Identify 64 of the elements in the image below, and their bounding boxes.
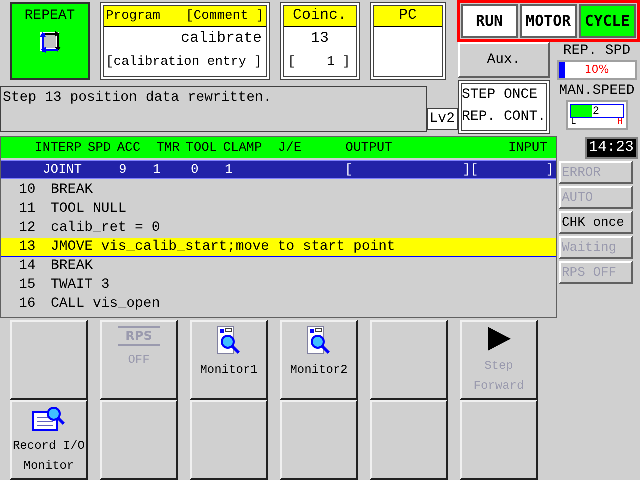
coinc-value: [ 1 ]	[287, 53, 352, 71]
rep-speed-reading: 10%	[584, 62, 610, 78]
message-area: Step 13 position data rewritten.	[0, 86, 427, 132]
column-header: INPUT	[508, 138, 548, 157]
function-key[interactable]	[370, 320, 448, 400]
input-bracket: ]	[546, 160, 554, 179]
play-icon	[486, 326, 512, 352]
function-key[interactable]: Monitor2	[280, 320, 358, 400]
function-key[interactable]	[100, 400, 178, 480]
man-speed-label: MAN.SPEED	[559, 82, 635, 100]
column-header: CLAMP	[223, 138, 262, 157]
program-name: calibrate	[180, 29, 263, 49]
low-label: L	[571, 118, 576, 126]
program-header: Program	[106, 7, 161, 25]
program-line[interactable]: 11 TOOL NULL	[1, 200, 556, 219]
column-header: SPD	[88, 138, 112, 157]
output-bracket: [	[345, 160, 353, 179]
function-key[interactable]	[370, 400, 448, 480]
magnifier-page-icon	[306, 326, 332, 356]
current-value: 1	[225, 160, 234, 179]
comment-header: [Comment ]	[186, 7, 264, 25]
program-line[interactable]: 16 CALL vis_open	[1, 295, 556, 314]
document-magnifier-icon	[32, 406, 66, 432]
program-comment: [calibration entry ]	[105, 53, 264, 71]
current-value: 1	[153, 160, 162, 179]
step-mode-button[interactable]: STEP ONCE REP. CONT.	[458, 80, 550, 134]
column-header: INTERP	[35, 138, 82, 157]
high-label: H	[618, 118, 623, 126]
magnifier-page-icon	[216, 326, 242, 356]
function-key[interactable]: Monitor1	[190, 320, 268, 400]
status-button[interactable]: RUN	[461, 4, 518, 38]
program-line[interactable]: 10 BREAK	[1, 181, 556, 200]
function-key-label: Monitor1	[200, 362, 258, 379]
column-header: TMR	[156, 138, 180, 157]
status-indicator: CHK once	[559, 211, 633, 234]
repeat-mode-button[interactable]: REPEAT	[10, 2, 90, 80]
function-key-label: Monitor2	[290, 362, 348, 379]
status-button[interactable]: MOTOR	[520, 4, 577, 38]
current-value: 9	[119, 160, 128, 179]
program-line[interactable]: 14 BREAK	[1, 257, 556, 276]
column-header: J/E	[278, 138, 302, 157]
function-key[interactable]	[460, 400, 538, 480]
column-header: ACC	[117, 138, 141, 157]
status-button[interactable]: CYCLE	[579, 4, 636, 38]
program-line[interactable]: 12 calib_ret = 0	[1, 219, 556, 238]
function-key[interactable]	[190, 400, 268, 480]
column-header: TOOL	[186, 138, 218, 157]
coinc-step: 13	[284, 27, 356, 51]
rep-speed-label: REP. SPD	[563, 42, 631, 60]
coinc-header: Coinc.	[284, 6, 356, 27]
clock: 14:23	[584, 137, 638, 159]
pc-header: PC	[374, 6, 442, 27]
program-line[interactable]: 15 TWAIT 3	[1, 276, 556, 295]
function-key[interactable]	[10, 320, 88, 400]
level-badge: Lv2	[426, 108, 458, 130]
function-key[interactable]	[280, 400, 358, 480]
aux-button[interactable]: Aux.	[458, 42, 550, 78]
man-speed-reading: 2	[592, 105, 600, 119]
column-header: OUTPUT	[346, 138, 392, 157]
bracket-separator: ][	[462, 160, 478, 179]
function-key-label: Record I/O Monitor	[12, 438, 85, 475]
current-value: JOINT	[43, 160, 84, 179]
function-key[interactable]: Record I/O Monitor	[10, 400, 88, 480]
current-value: 0	[191, 160, 200, 179]
